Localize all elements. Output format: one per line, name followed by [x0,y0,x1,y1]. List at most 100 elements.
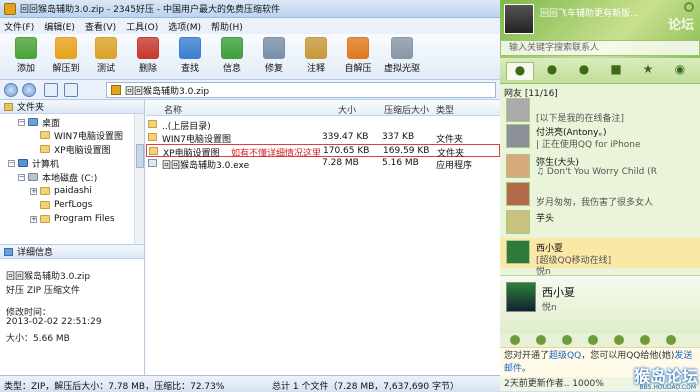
tree-expander-icon[interactable]: − [8,159,15,167]
address-field[interactable]: 回回猴岛辅助3.0.zip [106,82,496,98]
tab-friends[interactable]: ● [538,62,566,80]
search-icon[interactable] [684,2,694,12]
tree-node[interactable]: − 桌面 [18,116,61,129]
tree-node-label: 桌面 [42,118,61,129]
file-packed-size: 337 KB [382,132,415,142]
status-left: 类型：ZIP，解压后大小：7.78 MB，压缩比：72.73% [4,382,225,392]
status-bar: 类型：ZIP，解压后大小：7.78 MB，压缩比：72.73% 总计 1 个文件… [0,375,500,392]
comment-button[interactable]: 注释 [296,37,336,74]
details-header: 详细信息 [0,245,144,259]
column-packed-size[interactable]: 压缩后大小 [384,103,429,116]
folder-icon [40,145,50,153]
column-name[interactable]: 名称 [164,103,182,116]
tree-scrollbar[interactable] [134,114,144,244]
contact-search-input[interactable]: 输入关键字搜索联系人 [500,40,700,56]
notice-link-superqq[interactable]: 超级QQ [549,351,581,361]
contact-avatar [506,154,530,178]
tab-favorites[interactable]: ★ [634,62,662,80]
qq-watermark: 论坛 [667,18,694,33]
gift-icon[interactable] [614,335,624,345]
virtual-drive-button[interactable]: 虚拟光驱 [382,37,422,74]
tab-chats[interactable]: ■ [602,62,630,80]
file-row[interactable]: XP电脑设置图 170.65 KB 169.59 KB 文件夹 如有不懂详细情况这里 [146,144,500,159]
avatar[interactable] [504,4,534,34]
zip-archive-icon [111,85,121,95]
contact-item[interactable]: 岁月匆匆，我伤害了很多女人 [500,180,700,210]
add-button[interactable]: 添加 [6,37,46,74]
folder-icon [148,133,157,141]
info-button[interactable]: 信息 [212,37,252,74]
tree-node[interactable]: + paidashi [30,185,92,197]
extract-to-button[interactable]: 解压到 [46,37,86,74]
screen-share-icon[interactable] [640,335,650,345]
tree-node[interactable]: − 计算机 [8,157,59,170]
file-size: 339.47 KB [322,132,369,142]
folder-tree-header: 文件夹 [0,100,144,114]
repair-icon [263,37,285,59]
contact-item[interactable]: 西小夏 [超级QQ移动在线] 悦n [500,238,700,277]
tree-node[interactable]: WIN7电脑设置图 [40,129,123,142]
contact-item[interactable]: 弥生(大头) ♫ Don't You Worry Child (R [500,152,700,182]
menu-options[interactable]: 选项(M) [168,20,201,33]
extract-icon [55,37,77,59]
computer-icon [18,159,28,167]
tree-node[interactable]: XP电脑设置图 [40,143,111,156]
tree-expander-icon[interactable]: + [30,215,37,223]
profile-avatar[interactable] [506,282,536,312]
tree-expander-icon[interactable]: + [30,187,37,195]
view-mode-icon[interactable] [64,83,78,97]
menu-view[interactable]: 查看(V) [85,20,116,33]
file-row[interactable]: 回回猴岛辅助3.0.exe 7.28 MB 5.16 MB 应用程序 [146,157,500,171]
contact-item[interactable]: 芋头 [500,208,700,238]
menu-file[interactable]: 文件(F) [4,20,34,33]
title-bar: 回回猴岛辅助3.0.zip - 2345好压 - 中国用户最大的免费压缩软件 [0,0,500,18]
file-row[interactable]: WIN7电脑设置图 339.47 KB 337 KB 文件夹 [146,131,500,145]
contact-avatar [506,182,530,206]
sfx-button[interactable]: 自解压 [338,37,378,74]
profile-card: 西小夏 悦n [500,275,700,333]
file-packed-size: 169.59 KB [383,146,430,156]
qq-tool-row [500,333,700,347]
tab-contacts[interactable]: ● [506,62,534,80]
virtual-drive-icon [391,37,413,59]
find-button[interactable]: 查找 [170,37,210,74]
comment-icon [305,37,327,59]
exe-file-icon [148,159,157,167]
folder-icon [40,131,50,139]
mic-icon[interactable] [536,335,546,345]
column-type[interactable]: 类型 [436,103,454,116]
test-button[interactable]: 测试 [86,37,126,74]
up-folder-icon[interactable] [44,83,58,97]
tree-node[interactable]: + Program Files [30,213,115,225]
menu-help[interactable]: 帮助(H) [211,20,243,33]
tab-recent[interactable]: ◉ [666,62,694,80]
column-size[interactable]: 大小 [338,103,356,116]
find-icon [179,37,201,59]
contact-avatar [506,240,530,264]
call-icon[interactable] [510,335,520,345]
tree-expander-icon[interactable]: − [18,173,25,181]
tree-node[interactable]: PerfLogs [40,199,92,211]
file-row[interactable]: ..(上层目录) [146,118,500,132]
tree-expander-icon[interactable]: − [18,118,25,126]
contact-name: 芋头 [536,214,555,224]
back-button[interactable] [4,83,18,97]
video-icon[interactable] [562,335,572,345]
delete-button[interactable]: 删除 [128,37,168,74]
tab-groups[interactable]: ● [570,62,598,80]
tree-scroll-thumb[interactable] [136,144,144,168]
tree-node-label: Program Files [54,214,115,224]
details-title: 详细信息 [17,248,54,258]
tree-node[interactable]: − 本地磁盘 (C:) [18,171,97,184]
more-icon[interactable] [666,335,676,345]
site-url: BBS.HOUDAO.COM [639,384,696,391]
folder-share-icon[interactable] [588,335,598,345]
forward-button[interactable] [22,83,36,97]
menu-edit[interactable]: 编辑(E) [44,20,75,33]
contact-item[interactable]: 付洪亮(Antony。) | 正在使用QQ for iPhone [500,122,700,152]
menu-tools[interactable]: 工具(O) [126,20,158,33]
details-filetype: 好压 ZIP 压缩文件 [6,286,80,296]
test-icon [95,37,117,59]
repair-button[interactable]: 修复 [254,37,294,74]
contact-avatar [506,210,530,234]
